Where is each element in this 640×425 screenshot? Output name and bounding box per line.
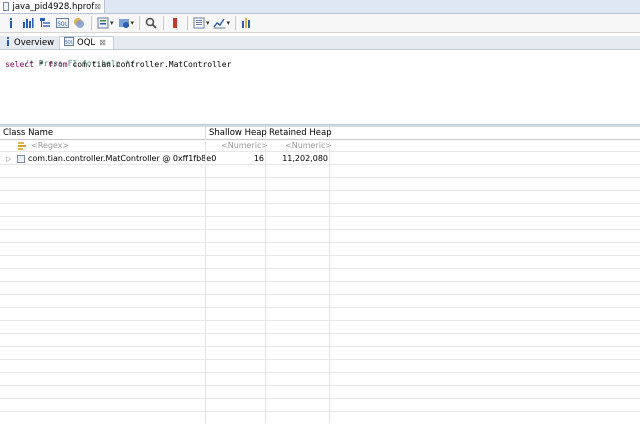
oql-icon[interactable]: SQL — [54, 15, 70, 31]
empty-row — [0, 257, 640, 269]
editor-star: * — [33, 60, 49, 69]
retained-heap-filter-input[interactable]: <Numeric> — [285, 140, 332, 152]
empty-row — [0, 179, 640, 191]
toolbar-separator — [139, 16, 141, 30]
toolbar-separator — [91, 16, 92, 30]
empty-row — [0, 205, 640, 217]
oql-icon: SQL — [64, 37, 75, 49]
row-retained-heap: 11,202,080 — [282, 154, 328, 163]
heap-dump-overview-icon[interactable] — [71, 15, 87, 31]
toolbar-separator — [235, 16, 237, 30]
empty-row — [0, 270, 640, 282]
calculate-retained-icon[interactable] — [239, 15, 255, 31]
empty-row — [0, 166, 640, 178]
toolbar: SQL ▾ ▾ ▾ ▾ — [0, 14, 640, 33]
empty-row — [0, 283, 640, 295]
tab-overview-label: Overview — [14, 38, 55, 48]
query-browser-icon[interactable] — [95, 15, 111, 31]
toolbar-separator — [163, 16, 165, 30]
keyword-select: select — [5, 60, 34, 69]
class-name-filter-input[interactable]: <Regex> — [31, 140, 69, 152]
chevron-down-icon[interactable]: ▾ — [227, 19, 231, 27]
table-header: Class Name Shallow Heap Retained Heap — [0, 127, 640, 140]
chevron-down-icon[interactable]: ▾ — [110, 19, 114, 27]
editor-class-name: com.tian.controller.MatController — [67, 60, 232, 69]
view-tab-bar: Overview SQL OQL ⊠ — [0, 36, 640, 50]
export-icon[interactable] — [191, 15, 207, 31]
empty-row — [0, 218, 640, 230]
info-icon — [5, 37, 11, 49]
row-class-name: com.tian.controller.MatController @ 0xff… — [28, 154, 217, 163]
column-divider — [265, 139, 266, 423]
editor-tab-hprof[interactable]: java_pid4928.hprof ⊠ — [0, 0, 105, 13]
close-icon[interactable]: ⊠ — [94, 2, 101, 11]
regex-filter-icon — [17, 141, 27, 153]
empty-row — [0, 192, 640, 204]
empty-row — [0, 400, 640, 412]
svg-text:SQL: SQL — [65, 40, 74, 45]
chart-icon[interactable] — [212, 15, 228, 31]
toolbar-separator — [187, 16, 189, 30]
close-icon[interactable]: ⊠ — [99, 39, 106, 47]
empty-row — [0, 348, 640, 360]
editor-tab-bar: java_pid4928.hprof ⊠ — [0, 0, 640, 14]
column-header-retained-heap[interactable]: Retained Heap — [266, 127, 332, 139]
keyword-from: from — [48, 60, 68, 69]
table-row[interactable]: ▷ com.tian.controller.MatController @ 0x… — [0, 153, 640, 165]
tab-oql-label: OQL — [77, 38, 96, 48]
run-expert-system-icon[interactable] — [167, 15, 183, 31]
open-query-icon[interactable] — [116, 15, 132, 31]
empty-row — [0, 296, 640, 308]
column-divider — [329, 139, 330, 423]
expand-toggle-icon[interactable]: ▷ — [6, 155, 11, 163]
column-header-shallow-heap[interactable]: Shallow Heap — [206, 127, 267, 139]
editor-line-2: select * from com.tian.controller.MatCon… — [5, 60, 231, 69]
svg-text:SQL: SQL — [57, 22, 67, 28]
chevron-down-icon[interactable]: ▾ — [206, 19, 210, 27]
empty-row — [0, 231, 640, 243]
editor-tab-label: java_pid4928.hprof — [12, 1, 95, 12]
tab-overview[interactable]: Overview — [0, 36, 59, 49]
empty-row — [0, 361, 640, 373]
row-shallow-heap: 16 — [253, 154, 264, 163]
empty-row — [0, 309, 640, 321]
heap-file-icon — [3, 2, 10, 11]
dominator-tree-icon[interactable] — [37, 15, 53, 31]
shallow-heap-filter-input[interactable]: <Numeric> — [221, 140, 268, 152]
column-header-class-name[interactable]: Class Name — [0, 127, 206, 139]
result-table: Class Name Shallow Heap Retained Heap <R… — [0, 127, 640, 423]
histogram-icon[interactable] — [20, 15, 36, 31]
find-object-icon[interactable] — [143, 15, 159, 31]
empty-row — [0, 387, 640, 399]
empty-row — [0, 244, 640, 256]
oql-editor[interactable]: /* Press F1 for help */ select * from co… — [0, 50, 640, 124]
object-icon — [17, 155, 25, 163]
tab-oql[interactable]: SQL OQL ⊠ — [59, 36, 114, 49]
chevron-down-icon[interactable]: ▾ — [131, 19, 135, 27]
empty-row — [0, 335, 640, 347]
info-icon[interactable] — [3, 15, 19, 31]
empty-row — [0, 374, 640, 386]
column-divider — [205, 139, 206, 423]
filter-row: <Regex> <Numeric> <Numeric> — [0, 140, 640, 152]
empty-row — [0, 322, 640, 334]
